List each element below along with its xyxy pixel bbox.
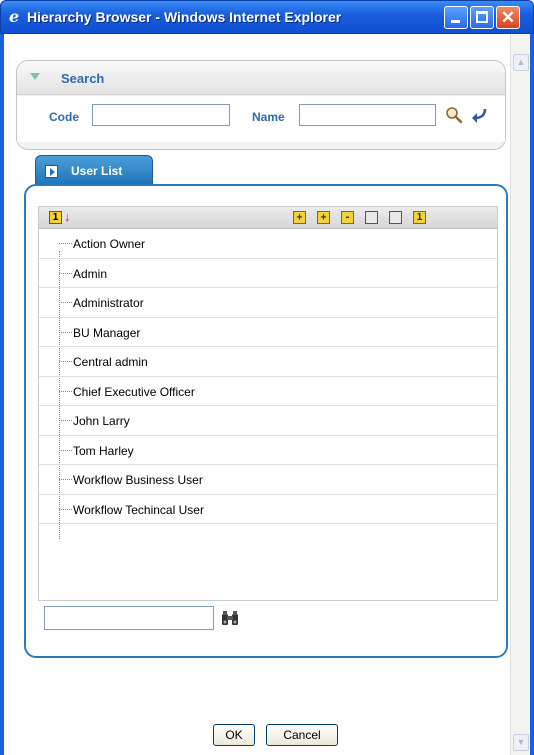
- sort-order-icon[interactable]: 1: [49, 211, 62, 224]
- vertical-scrollbar[interactable]: ▲ ▼: [510, 34, 530, 755]
- scroll-up-button[interactable]: ▲: [513, 54, 529, 71]
- tree-branch-line: [59, 361, 72, 362]
- window-titlebar[interactable]: e Hierarchy Browser - Windows Internet E…: [0, 0, 534, 34]
- user-list-panel: 1 ↓ + + - 1 Action Owner Admin Administr…: [24, 184, 508, 658]
- tree-item[interactable]: Workflow Techincal User: [39, 495, 497, 524]
- play-icon: [45, 165, 58, 178]
- tree-item[interactable]: John Larry: [39, 406, 497, 436]
- reset-icon[interactable]: [471, 106, 489, 124]
- tree-branch-line: [59, 449, 72, 451]
- tree-branch-line: [59, 302, 72, 303]
- search-panel: Search Code Name: [16, 60, 506, 150]
- collapse-node-icon[interactable]: -: [341, 211, 354, 224]
- tree-item-label[interactable]: John Larry: [73, 414, 130, 428]
- tree-item[interactable]: Workflow Business User: [39, 465, 497, 495]
- tree-item[interactable]: Central admin: [39, 347, 497, 377]
- search-icon[interactable]: [445, 106, 463, 124]
- tree-item-label[interactable]: Admin: [73, 267, 107, 281]
- search-panel-body: Code Name: [17, 96, 505, 142]
- scroll-down-button[interactable]: ▼: [513, 734, 529, 751]
- tree-toolbar: 1 ↓ + + - 1: [39, 207, 497, 229]
- tree-branch-line: [59, 390, 72, 392]
- tree-branch-line: [59, 479, 72, 480]
- find-input[interactable]: [44, 606, 214, 630]
- tree-branch-line: [59, 420, 72, 421]
- tree-item[interactable]: Chief Executive Officer: [39, 377, 497, 406]
- tree-item[interactable]: Action Owner: [39, 229, 497, 259]
- tree-item-label[interactable]: Chief Executive Officer: [73, 385, 195, 399]
- list-view-icon[interactable]: [365, 211, 378, 224]
- name-input[interactable]: [299, 104, 436, 126]
- name-label: Name: [252, 110, 285, 124]
- tree-item-label[interactable]: Action Owner: [73, 237, 145, 251]
- tree-branch-line: [59, 331, 72, 333]
- binoculars-icon[interactable]: [221, 610, 239, 626]
- expand-all-icon[interactable]: +: [293, 211, 306, 224]
- tree-branch-line: [59, 508, 72, 510]
- tab-user-list[interactable]: User List: [35, 155, 153, 185]
- maximize-button[interactable]: [470, 6, 494, 29]
- search-panel-header[interactable]: Search: [17, 61, 505, 95]
- collapse-triangle-icon[interactable]: [30, 73, 40, 80]
- tree-item-label[interactable]: Workflow Business User: [73, 473, 203, 487]
- close-icon: ✕: [500, 8, 516, 27]
- user-tree: Action Owner Admin Administrator BU Mana…: [39, 229, 497, 539]
- tree-item[interactable]: BU Manager: [39, 318, 497, 347]
- minimize-button[interactable]: [444, 6, 468, 29]
- search-panel-title: Search: [61, 71, 105, 86]
- window-frame-right: [530, 34, 534, 755]
- cancel-button[interactable]: Cancel: [266, 724, 338, 746]
- tab-user-list-label: User List: [71, 164, 123, 178]
- tree-view-icon[interactable]: [389, 211, 402, 224]
- window-title: Hierarchy Browser - Windows Internet Exp…: [27, 9, 342, 25]
- tree-item-label[interactable]: Workflow Techincal User: [73, 503, 204, 517]
- expand-node-icon[interactable]: +: [317, 211, 330, 224]
- code-label: Code: [49, 110, 79, 124]
- tree-item[interactable]: Tom Harley: [39, 436, 497, 465]
- minimize-icon: [451, 20, 460, 23]
- tree-item-label[interactable]: Tom Harley: [73, 444, 134, 458]
- sort-arrow-icon[interactable]: ↓: [64, 209, 71, 224]
- ok-button[interactable]: OK: [213, 724, 255, 746]
- tree-item-label[interactable]: BU Manager: [73, 326, 140, 340]
- tree-item-label[interactable]: Central admin: [73, 355, 148, 369]
- tree-branch-line: [59, 243, 72, 244]
- number-icon[interactable]: 1: [413, 211, 426, 224]
- user-tree-box: 1 ↓ + + - 1 Action Owner Admin Administr…: [38, 206, 498, 601]
- code-input[interactable]: [92, 104, 230, 126]
- maximize-icon: [476, 11, 488, 23]
- tree-item-label[interactable]: Administrator: [73, 296, 144, 310]
- tree-branch-line: [59, 272, 72, 274]
- close-button[interactable]: ✕: [496, 6, 520, 29]
- tree-item[interactable]: Admin: [39, 259, 497, 288]
- internet-explorer-icon: e: [9, 7, 20, 26]
- tree-item[interactable]: Administrator: [39, 288, 497, 318]
- window-frame-left: [0, 34, 4, 755]
